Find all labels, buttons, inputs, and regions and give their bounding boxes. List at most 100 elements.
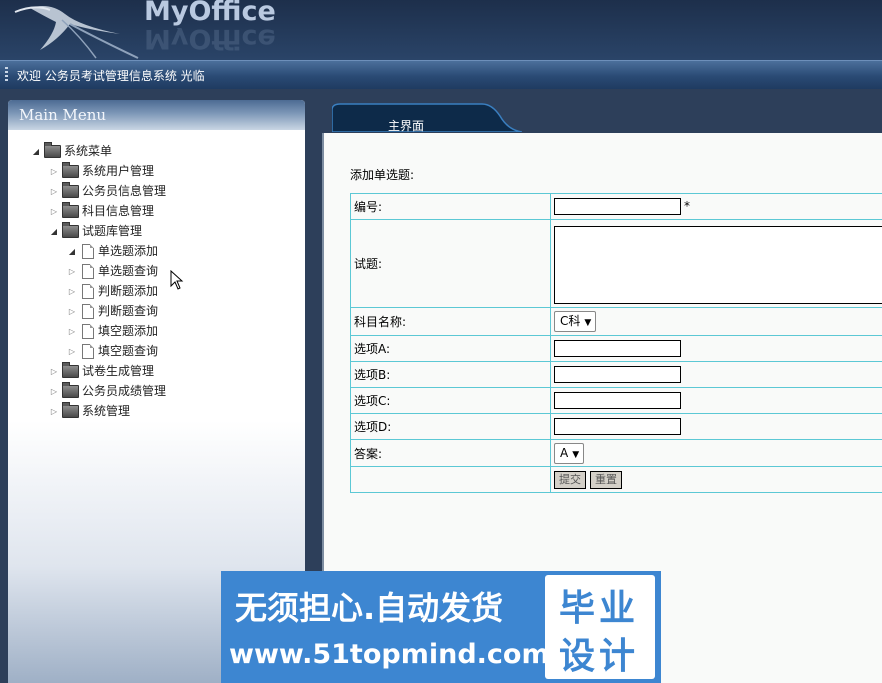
tree-item-single-choice-add[interactable]: ◢ 单选题添加 xyxy=(66,241,158,261)
form-row-question: 试题: xyxy=(350,219,882,308)
option-b-input[interactable] xyxy=(554,366,681,383)
watermark-banner: 无须担心.自动发货 www.51topmind.com 毕业 设计 xyxy=(221,571,661,683)
folder-icon xyxy=(44,142,61,158)
tree-item-fill-blank-add[interactable]: ▷ 填空题添加 xyxy=(66,321,158,341)
tree-item-label: 单选题添加 xyxy=(98,244,159,258)
expand-triangle-icon[interactable]: ▷ xyxy=(48,162,60,182)
tree-item-civil-servant-info[interactable]: ▷ 公务员信息管理 xyxy=(48,181,166,201)
option-c-label: 选项C: xyxy=(350,387,551,414)
subject-select[interactable]: C科 ▼ xyxy=(554,311,597,332)
tree-item-label: 系统菜单 xyxy=(64,144,113,158)
expand-triangle-icon[interactable]: ▷ xyxy=(66,262,78,282)
tab-main-shape[interactable] xyxy=(332,102,522,132)
buttons-cell: 提交 重置 xyxy=(550,466,882,493)
form-row-id: 编号: * xyxy=(350,193,882,220)
form-row-option-b: 选项B: xyxy=(350,361,882,388)
form-row-option-c: 选项C: xyxy=(350,387,882,414)
tree-item-single-choice-query[interactable]: ▷ 单选题查询 xyxy=(66,261,158,281)
tree-item-scores[interactable]: ▷ 公务员成绩管理 xyxy=(48,381,166,401)
tree-item-label: 试卷生成管理 xyxy=(82,364,155,378)
tree-item-label: 判断题查询 xyxy=(98,304,159,318)
option-c-cell xyxy=(550,387,882,414)
option-d-label: 选项D: xyxy=(350,413,551,440)
tab-strip: 主界面 xyxy=(322,100,882,134)
expand-triangle-icon[interactable]: ▷ xyxy=(48,382,60,402)
option-a-cell xyxy=(550,335,882,362)
collapse-triangle-icon[interactable]: ◢ xyxy=(30,142,42,162)
main-menu-title: Main Menu xyxy=(19,106,107,124)
expand-triangle-icon[interactable]: ▷ xyxy=(48,182,60,202)
welcome-text: 欢迎 公务员考试管理信息系统 光临 xyxy=(17,69,205,83)
expand-triangle-icon[interactable]: ▷ xyxy=(48,402,60,422)
tree-item-exam-paper[interactable]: ▷ 试卷生成管理 xyxy=(48,361,154,381)
tree-item-true-false-query[interactable]: ▷ 判断题查询 xyxy=(66,301,158,321)
folder-icon xyxy=(62,402,79,418)
question-textarea[interactable] xyxy=(554,225,882,304)
expand-triangle-icon[interactable]: ▷ xyxy=(48,362,60,382)
tree-item-label: 判断题添加 xyxy=(98,284,159,298)
question-cell xyxy=(550,219,882,308)
grip-handle-icon xyxy=(5,67,8,83)
folder-icon xyxy=(62,362,79,378)
expand-triangle-icon[interactable]: ▷ xyxy=(66,282,78,302)
app-header: MyOffice MyOffice xyxy=(0,0,882,60)
collapse-triangle-icon[interactable]: ◢ xyxy=(66,242,78,262)
dropdown-arrow-icon: ▼ xyxy=(584,318,592,328)
watermark-side-box: 毕业 设计 xyxy=(545,575,655,679)
bird-logo-icon xyxy=(14,6,139,59)
form-row-buttons: 提交 重置 xyxy=(350,466,882,493)
answer-select[interactable]: A ▼ xyxy=(554,442,585,464)
reset-button[interactable]: 重置 xyxy=(590,470,622,489)
mouse-pointer-icon xyxy=(170,270,184,290)
tree-item-question-bank[interactable]: ◢ 试题库管理 xyxy=(48,221,142,241)
id-label: 编号: xyxy=(350,193,551,220)
option-c-input[interactable] xyxy=(554,392,681,409)
form-row-answer: 答案: A ▼ xyxy=(350,439,882,467)
option-a-input[interactable] xyxy=(554,340,681,357)
expand-triangle-icon[interactable]: ▷ xyxy=(66,322,78,342)
welcome-bar: 欢迎 公务员考试管理信息系统 光临 xyxy=(0,60,882,89)
submit-button[interactable]: 提交 xyxy=(554,470,586,489)
tree-item-root[interactable]: ◢ 系统菜单 xyxy=(30,141,112,161)
form-row-option-a: 选项A: xyxy=(350,335,882,362)
tree-item-label: 系统管理 xyxy=(82,404,131,418)
question-label: 试题: xyxy=(350,219,551,308)
tree-item-true-false-add[interactable]: ▷ 判断题添加 xyxy=(66,281,158,301)
file-icon xyxy=(82,324,94,339)
option-d-input[interactable] xyxy=(554,418,681,435)
tree-item-fill-blank-query[interactable]: ▷ 填空题查询 xyxy=(66,341,158,361)
tree-item-label: 系统用户管理 xyxy=(82,164,155,178)
answer-selected-value: A xyxy=(560,445,569,460)
tab-main[interactable]: 主界面 xyxy=(388,117,424,134)
id-cell: * xyxy=(550,193,882,220)
tree-item-label: 单选题查询 xyxy=(98,264,159,278)
subject-cell: C科 ▼ xyxy=(550,307,882,336)
option-b-label: 选项B: xyxy=(350,361,551,388)
expand-triangle-icon[interactable]: ▷ xyxy=(66,302,78,322)
folder-icon xyxy=(62,382,79,398)
answer-label: 答案: xyxy=(350,439,551,467)
id-input[interactable] xyxy=(554,198,681,215)
tree-item-label: 公务员成绩管理 xyxy=(82,384,167,398)
tree-item-system-management[interactable]: ▷ 系统管理 xyxy=(48,401,130,421)
tree-item-subject-info[interactable]: ▷ 科目信息管理 xyxy=(48,201,154,221)
expand-triangle-icon[interactable]: ▷ xyxy=(48,202,60,222)
form-title: 添加单选题: xyxy=(350,168,415,182)
collapse-triangle-icon[interactable]: ◢ xyxy=(48,222,60,242)
file-icon xyxy=(82,344,94,359)
main-menu-header: Main Menu xyxy=(8,100,305,130)
form-row-option-d: 选项D: xyxy=(350,413,882,440)
empty-cell xyxy=(350,466,551,493)
watermark-side-line1: 毕业 xyxy=(559,588,640,629)
folder-icon xyxy=(62,222,79,238)
tree-item-label: 试题库管理 xyxy=(82,224,143,238)
tree-item-label: 公务员信息管理 xyxy=(82,184,167,198)
required-mark: * xyxy=(684,199,690,213)
tree-item-system-users[interactable]: ▷ 系统用户管理 xyxy=(48,161,154,181)
folder-icon xyxy=(62,162,79,178)
tree-item-label: 科目信息管理 xyxy=(82,204,155,218)
tree-item-label: 填空题查询 xyxy=(98,344,159,358)
expand-triangle-icon[interactable]: ▷ xyxy=(66,342,78,362)
watermark-side-line2: 设计 xyxy=(559,636,640,677)
file-icon xyxy=(82,284,94,299)
